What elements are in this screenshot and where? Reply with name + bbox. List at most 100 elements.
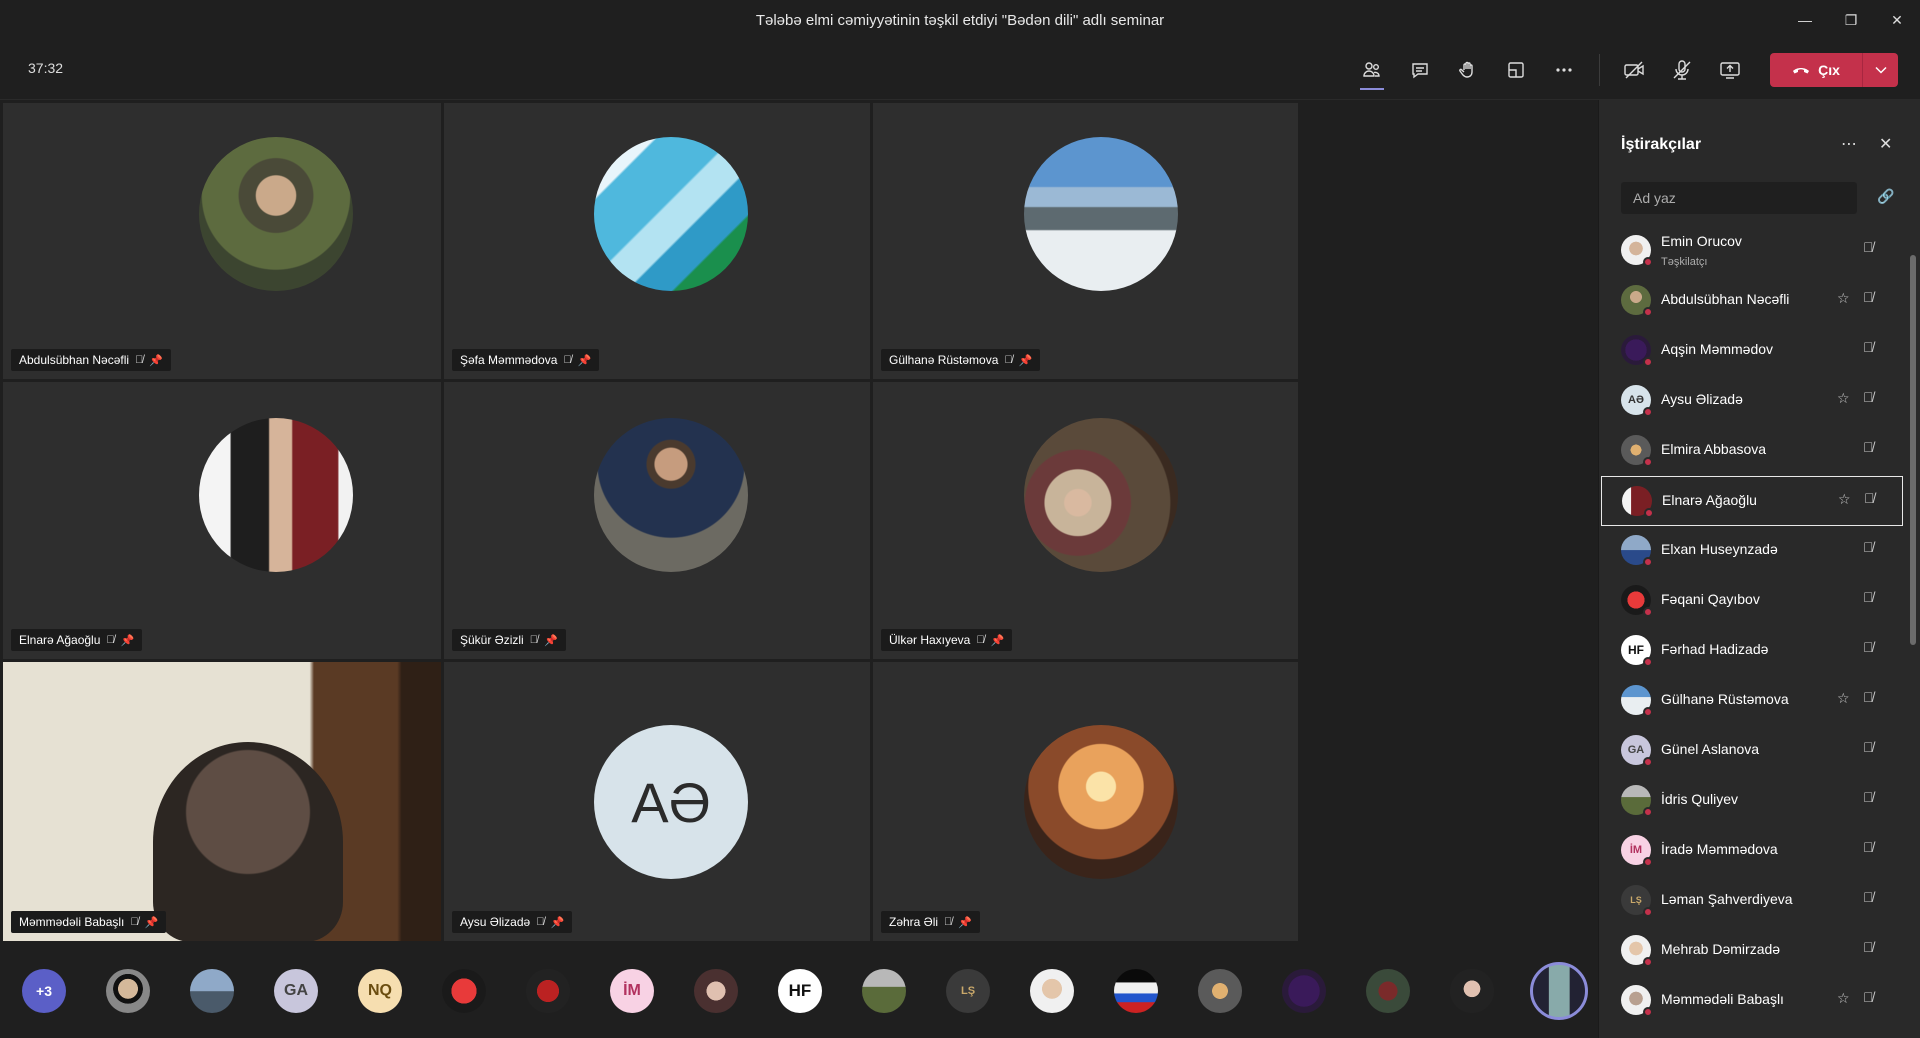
pin-icon: 📌: [120, 634, 135, 647]
title-bar: Tələbə elmi cəmiyyətinin təşkil etdiyi "…: [0, 0, 1920, 40]
mic-off-icon[interactable]: 🎙̸: [1863, 789, 1874, 805]
participant-chip[interactable]: [1450, 969, 1494, 1013]
mic-off-icon[interactable]: 🎙̸: [1863, 589, 1874, 605]
list-item[interactable]: Aqşin Məmmədov 🎙̸: [1601, 326, 1903, 374]
minimize-icon[interactable]: —: [1782, 0, 1828, 40]
mic-off-icon[interactable]: 🎙̸: [1863, 639, 1874, 655]
mic-off-icon[interactable]: 🎙̸: [1863, 289, 1874, 305]
mic-off-icon[interactable]: 🎙̸: [1863, 689, 1874, 705]
share-screen-icon[interactable]: [1710, 50, 1750, 90]
list-item[interactable]: İdris Quliyev 🎙̸: [1601, 776, 1903, 824]
list-item[interactable]: Elmira Abbasova 🎙̸: [1601, 426, 1903, 474]
panel-title: İştirakçılar: [1621, 136, 1702, 153]
panel-scrollbar[interactable]: [1910, 255, 1916, 645]
more-participants-badge[interactable]: +3: [22, 969, 66, 1013]
list-item[interactable]: Fəqani Qayıbov 🎙̸: [1601, 576, 1903, 624]
pin-icon[interactable]: ☆: [1837, 690, 1850, 707]
list-item[interactable]: LŞ Ləman Şahverdiyeva 🎙̸: [1601, 876, 1903, 924]
participant-name: Şükür Əzizli: [460, 633, 524, 647]
mic-off-icon[interactable]: [1662, 50, 1702, 90]
participant-chip[interactable]: [1114, 969, 1158, 1013]
participant-name: Abdulsübhan Nəcəfli: [1661, 291, 1790, 307]
status-dot: [1643, 757, 1653, 767]
mic-off-icon[interactable]: 🎙̸: [1863, 939, 1874, 955]
mic-off-icon[interactable]: 🎙̸: [1863, 989, 1874, 1005]
list-item[interactable]: Gülhanə Rüstəmova ☆ 🎙̸: [1601, 676, 1903, 724]
list-item[interactable]: Mehrab Dəmirzadə 🎙̸: [1601, 926, 1903, 974]
video-tile[interactable]: Elnarə Ağaoğlu 🎙̸ 📌: [3, 382, 441, 659]
participants-panel: İştirakçılar ⋯ ✕ 🔗 Emin Orucov Təşkilatç…: [1598, 100, 1920, 1038]
list-item[interactable]: İM İradə Məmmədova 🎙̸: [1601, 826, 1903, 874]
video-tile[interactable]: Gülhanə Rüstəmova 🎙̸ 📌: [873, 103, 1298, 379]
status-dot: [1643, 1007, 1653, 1017]
video-tile[interactable]: Zəhra Əli 🎙̸ 📌: [873, 662, 1298, 941]
mic-off-icon[interactable]: 🎙̸: [1863, 239, 1874, 255]
mic-off-icon[interactable]: 🎙̸: [1863, 439, 1874, 455]
participant-chip[interactable]: LŞ: [946, 969, 990, 1013]
participant-chip[interactable]: İM: [610, 969, 654, 1013]
participant-chip[interactable]: [1198, 969, 1242, 1013]
list-item[interactable]: HF Fərhad Hadizadə 🎙̸: [1601, 626, 1903, 674]
video-tile[interactable]: Şükür Əzizli 🎙̸ 📌: [444, 382, 870, 659]
list-item[interactable]: Elxan Huseynzadə 🎙̸: [1601, 526, 1903, 574]
pin-icon[interactable]: ☆: [1837, 390, 1850, 407]
active-participant-chip[interactable]: [1530, 962, 1588, 1020]
restore-icon[interactable]: ❐: [1828, 0, 1874, 40]
mic-off-icon[interactable]: 🎙̸: [1863, 389, 1874, 405]
leave-options-chevron-icon[interactable]: [1862, 53, 1898, 87]
leave-button[interactable]: Çıx: [1770, 53, 1898, 87]
video-tile[interactable]: AƏ Aysu Əlizadə 🎙̸ 📌: [444, 662, 870, 941]
camera-off-icon[interactable]: [1614, 50, 1654, 90]
participant-chip[interactable]: [862, 969, 906, 1013]
participant-chip[interactable]: GA: [274, 969, 318, 1013]
mic-off-icon[interactable]: 🎙̸: [1864, 490, 1875, 506]
participant-chip[interactable]: [106, 969, 150, 1013]
mic-off-icon[interactable]: 🎙̸: [1863, 739, 1874, 755]
close-icon[interactable]: ✕: [1879, 134, 1892, 154]
list-item-selected[interactable]: Elnarə Ağaoğlu ☆ 🎙̸: [1601, 476, 1903, 526]
search-input[interactable]: [1621, 182, 1857, 214]
pin-icon: 📌: [958, 916, 972, 929]
share-link-icon[interactable]: 🔗: [1877, 188, 1894, 205]
video-tile[interactable]: Məmmədəli Babaşlı 🎙̸ 📌: [3, 662, 441, 941]
mic-off-icon[interactable]: 🎙̸: [1863, 839, 1874, 855]
mic-off-icon[interactable]: 🎙̸: [1863, 339, 1874, 355]
participant-chip[interactable]: HF: [778, 969, 822, 1013]
mic-off-icon[interactable]: 🎙̸: [1863, 539, 1874, 555]
participant-chip[interactable]: [1282, 969, 1326, 1013]
participant-chip[interactable]: [1030, 969, 1074, 1013]
list-item[interactable]: GA Günel Aslanova 🎙̸: [1601, 726, 1903, 774]
participant-chip[interactable]: [442, 969, 486, 1013]
status-dot: [1644, 508, 1654, 518]
list-item[interactable]: Emin Orucov Təşkilatçı 🎙̸: [1601, 226, 1903, 274]
window-title: Tələbə elmi cəmiyyətinin təşkil etdiyi "…: [755, 11, 1165, 29]
chat-icon[interactable]: [1400, 50, 1440, 90]
participant-chip[interactable]: [190, 969, 234, 1013]
pin-icon: 📌: [550, 916, 565, 929]
close-window-icon[interactable]: ✕: [1874, 0, 1920, 40]
video-tile[interactable]: Abdulsübhan Nəcəfli 🎙̸ 📌: [3, 103, 441, 379]
participant-photo: [199, 418, 353, 572]
name-tag: Zəhra Əli 🎙̸ 📌: [881, 911, 980, 933]
more-options-icon[interactable]: [1544, 50, 1584, 90]
list-item[interactable]: AƏ Aysu Əlizadə ☆ 🎙̸: [1601, 376, 1903, 424]
video-tile[interactable]: Ülkər Haxıyeva 🎙̸ 📌: [873, 382, 1298, 659]
raise-hand-icon[interactable]: [1448, 50, 1488, 90]
pin-icon[interactable]: ☆: [1837, 290, 1850, 307]
participant-chip[interactable]: [1366, 969, 1410, 1013]
participant-chip[interactable]: [694, 969, 738, 1013]
name-tag: Şükür Əzizli 🎙̸ 📌: [452, 629, 566, 651]
video-tile[interactable]: Şəfa Məmmədova 🎙̸ 📌: [444, 103, 870, 379]
participant-chip[interactable]: [526, 969, 570, 1013]
more-options-icon[interactable]: ⋯: [1841, 134, 1857, 154]
list-item[interactable]: Məmmədəli Babaşlı ☆ 🎙̸: [1601, 976, 1903, 1024]
list-item[interactable]: Abdulsübhan Nəcəfli ☆ 🎙̸: [1601, 276, 1903, 324]
mic-off-icon[interactable]: 🎙̸: [1863, 889, 1874, 905]
participants-icon[interactable]: [1352, 50, 1392, 90]
pin-icon[interactable]: ☆: [1838, 491, 1851, 508]
pin-icon[interactable]: ☆: [1837, 990, 1850, 1007]
breakout-rooms-icon[interactable]: [1496, 50, 1536, 90]
participant-photo: [199, 137, 353, 291]
participant-chip[interactable]: NQ: [358, 969, 402, 1013]
leave-main[interactable]: Çıx: [1770, 62, 1862, 78]
